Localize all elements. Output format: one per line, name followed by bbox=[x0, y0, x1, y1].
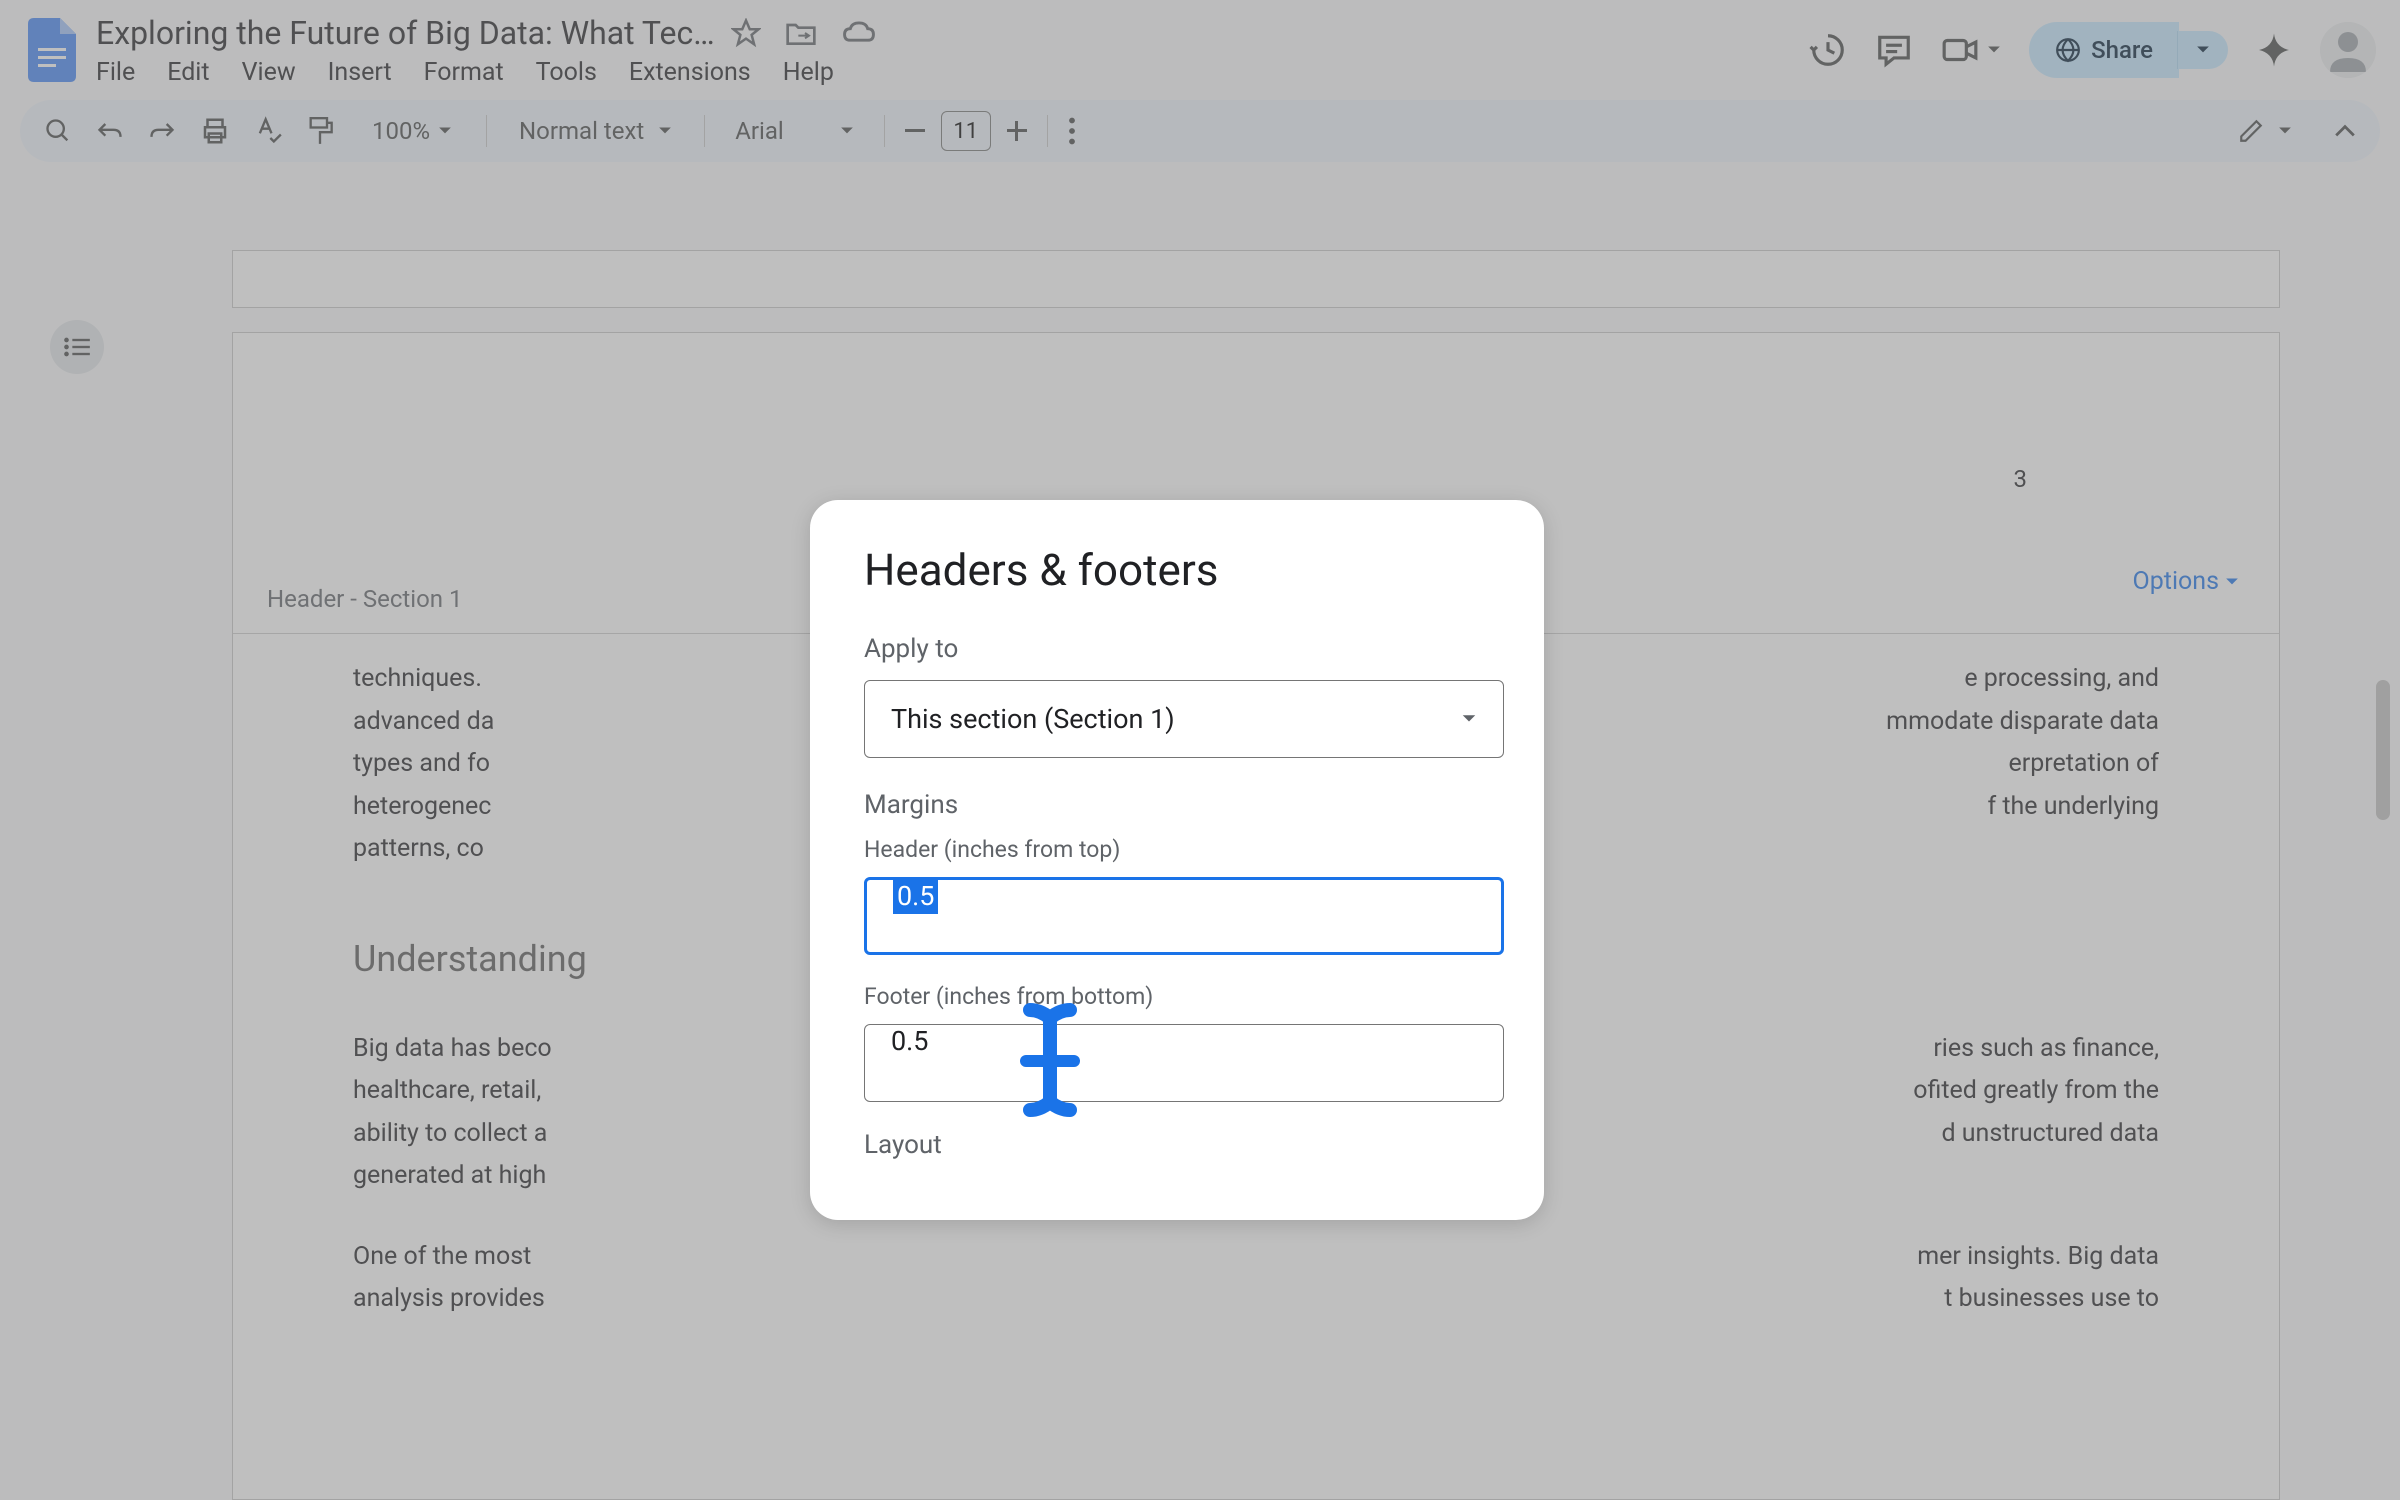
header-options-dropdown[interactable]: Options bbox=[2133, 567, 2239, 596]
share-label: Share bbox=[2091, 36, 2153, 64]
menu-view[interactable]: View bbox=[242, 58, 296, 87]
menu-help[interactable]: Help bbox=[783, 58, 834, 87]
zoom-select[interactable]: 100% bbox=[358, 111, 466, 151]
gemini-icon[interactable] bbox=[2256, 32, 2292, 68]
more-icon[interactable] bbox=[1068, 117, 1076, 145]
font-size-input[interactable] bbox=[941, 111, 991, 151]
header-margin-input[interactable]: 0.5 bbox=[864, 877, 1504, 955]
menu-format[interactable]: Format bbox=[424, 58, 504, 87]
options-label: Options bbox=[2133, 567, 2219, 596]
toolbar-divider bbox=[1047, 115, 1048, 147]
vertical-scrollbar[interactable] bbox=[2376, 680, 2390, 820]
apply-to-select[interactable]: This section (Section 1) bbox=[864, 680, 1504, 758]
increase-font-icon[interactable] bbox=[1007, 121, 1027, 141]
outline-toggle-icon[interactable] bbox=[50, 320, 104, 374]
paint-format-icon[interactable] bbox=[306, 115, 334, 147]
menu-tools[interactable]: Tools bbox=[536, 58, 597, 87]
search-icon[interactable] bbox=[44, 117, 72, 145]
menu-edit[interactable]: Edit bbox=[167, 58, 209, 87]
redo-icon[interactable] bbox=[148, 119, 176, 143]
header-margin-label: Header (inches from top) bbox=[864, 836, 1490, 863]
decrease-font-icon[interactable] bbox=[905, 129, 925, 133]
layout-label: Layout bbox=[864, 1130, 1490, 1160]
page-end bbox=[232, 250, 2280, 308]
docs-logo-icon[interactable] bbox=[24, 12, 80, 88]
footer-margin-input[interactable]: 0.5 bbox=[864, 1024, 1504, 1102]
toolbar-divider bbox=[884, 115, 885, 147]
dialog-title: Headers & footers bbox=[864, 544, 1490, 596]
share-dropdown[interactable] bbox=[2177, 31, 2228, 69]
apply-to-label: Apply to bbox=[864, 634, 1490, 664]
collapse-icon[interactable] bbox=[2334, 124, 2356, 138]
undo-icon[interactable] bbox=[96, 119, 124, 143]
print-icon[interactable] bbox=[200, 117, 230, 145]
share-button[interactable]: Share bbox=[2029, 22, 2179, 78]
style-value: Normal text bbox=[519, 117, 644, 145]
paragraph-style-select[interactable]: Normal text bbox=[507, 111, 684, 151]
toolbar-divider bbox=[486, 115, 487, 147]
toolbar-divider bbox=[704, 115, 705, 147]
star-icon[interactable] bbox=[731, 18, 761, 48]
header-margin-value: 0.5 bbox=[893, 878, 938, 914]
zoom-value: 100% bbox=[372, 117, 430, 145]
menu-file[interactable]: File bbox=[96, 58, 135, 87]
apply-to-value: This section (Section 1) bbox=[891, 703, 1175, 735]
footer-margin-value: 0.5 bbox=[891, 1025, 928, 1057]
font-family-select[interactable]: Arial bbox=[725, 111, 864, 151]
user-avatar[interactable] bbox=[2320, 22, 2376, 78]
footer-margin-label: Footer (inches from bottom) bbox=[864, 983, 1490, 1010]
editing-mode-select[interactable] bbox=[2224, 110, 2306, 152]
headers-footers-dialog: Headers & footers Apply to This section … bbox=[810, 500, 1544, 1220]
spellcheck-icon[interactable] bbox=[254, 116, 282, 146]
cloud-status-icon[interactable] bbox=[841, 20, 877, 46]
history-icon[interactable] bbox=[1809, 31, 1847, 69]
document-title[interactable]: Exploring the Future of Big Data: What T… bbox=[96, 14, 715, 52]
margins-label: Margins bbox=[864, 790, 1490, 820]
page-number[interactable]: 3 bbox=[2014, 465, 2028, 493]
move-icon[interactable] bbox=[785, 19, 817, 47]
menu-insert[interactable]: Insert bbox=[328, 58, 392, 87]
font-value: Arial bbox=[735, 117, 784, 145]
menu-extensions[interactable]: Extensions bbox=[629, 58, 751, 87]
text-cursor-icon bbox=[1010, 1000, 1090, 1120]
comments-icon[interactable] bbox=[1875, 31, 1913, 69]
meet-icon[interactable] bbox=[1941, 35, 2001, 65]
